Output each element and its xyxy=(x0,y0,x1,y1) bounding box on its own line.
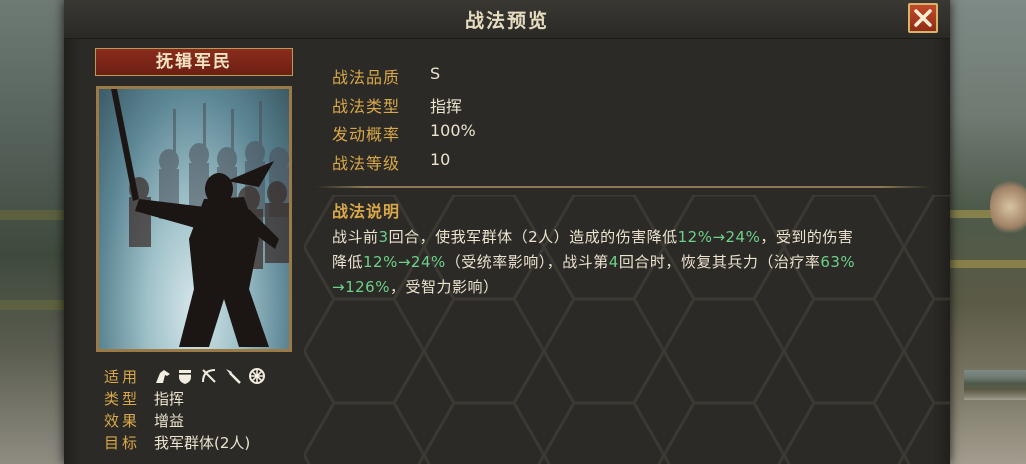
description-text: 降低 xyxy=(332,253,364,271)
attr-label: 战法等级 xyxy=(332,154,401,173)
description-highlight: →126% xyxy=(332,278,390,296)
shield-icon xyxy=(176,367,194,385)
bow-icon xyxy=(200,367,218,385)
spear-icon xyxy=(224,367,242,385)
attr-label: 发动概率 xyxy=(332,125,401,144)
info-value: 增益 xyxy=(154,412,185,430)
close-button[interactable] xyxy=(908,3,938,33)
info-value: 我军群体(2人) xyxy=(154,434,251,452)
description-text: 回合时，恢复其兵力（治疗率 xyxy=(618,253,821,271)
description-line-3: →126%，受智力影响） xyxy=(332,276,498,297)
attr-label: 战法品质 xyxy=(332,68,401,87)
modal-titlebar: 战法预览 xyxy=(64,0,950,39)
attr-value: 指挥 xyxy=(430,97,463,116)
info-label: 效果 xyxy=(104,412,141,430)
skill-name: 抚辑军民 xyxy=(95,48,293,76)
attr-value: S xyxy=(430,64,441,83)
cavalry-icon xyxy=(154,367,172,385)
info-label: 适用 xyxy=(104,368,141,386)
background-figure xyxy=(990,176,1026,238)
skill-preview-modal: 战法预览 抚辑军民 适用 类型 指挥 效果 增益 目标 我军群体(2人) 战法品… xyxy=(64,0,950,464)
description-text: ，受到的伤害 xyxy=(760,228,854,246)
background-scene-left xyxy=(0,0,66,464)
attr-value: 10 xyxy=(430,150,451,169)
description-highlight: 4 xyxy=(608,253,619,271)
section-divider xyxy=(316,186,930,188)
siege-icon xyxy=(248,367,266,385)
modal-title: 战法预览 xyxy=(464,10,549,32)
skill-artwork xyxy=(96,86,292,352)
description-highlight: 12%→24% xyxy=(677,228,761,246)
close-icon xyxy=(914,9,932,27)
info-label: 目标 xyxy=(104,434,141,452)
attr-label: 战法类型 xyxy=(332,97,401,116)
description-highlight: 12%→24% xyxy=(363,253,446,271)
description-text: （受统率影响），战斗第 xyxy=(445,253,609,271)
description-highlight: 63% xyxy=(820,253,856,271)
description-line-2: 降低12%→24%（受统率影响），战斗第4回合时，恢复其兵力（治疗率63% xyxy=(332,251,855,272)
description-text: ，受智力影响） xyxy=(389,278,499,296)
description-highlight: 3 xyxy=(378,228,389,246)
description-title: 战法说明 xyxy=(332,202,401,221)
info-value: 指挥 xyxy=(154,390,185,408)
attr-value: 100% xyxy=(430,121,476,140)
info-label: 类型 xyxy=(104,390,141,408)
description-line-1: 战斗前3回合，使我军群体（2人）造成的伤害降低12%→24%，受到的伤害 xyxy=(332,226,853,247)
description-text: 回合，使我军群体（2人）造成的伤害降低 xyxy=(388,228,678,246)
background-side-tab xyxy=(964,370,1026,400)
description-text: 战斗前 xyxy=(332,228,379,246)
